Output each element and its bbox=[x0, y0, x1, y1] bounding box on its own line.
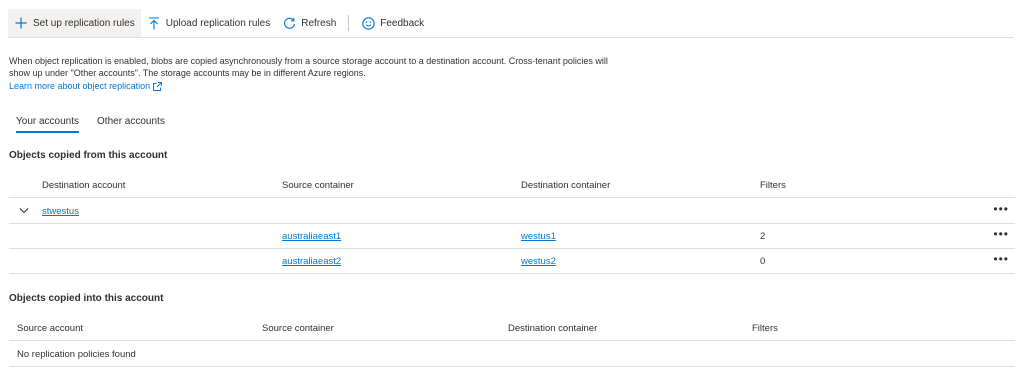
refresh-label: Refresh bbox=[301, 17, 337, 29]
learn-more-label: Learn more about object replication bbox=[9, 81, 151, 91]
refresh-icon bbox=[282, 16, 296, 30]
object-replication-description: When object replication is enabled, blob… bbox=[9, 56, 608, 78]
account-tabs: Your accounts Other accounts bbox=[9, 116, 176, 133]
column-header-source-container[interactable]: Source container bbox=[282, 180, 354, 191]
filters-count: 2 bbox=[760, 231, 766, 242]
table-row: australiaeast2 westus2 0 ••• bbox=[9, 249, 1015, 274]
tab-your-accounts[interactable]: Your accounts bbox=[9, 116, 86, 133]
column-header-destination-account[interactable]: Destination account bbox=[42, 180, 125, 191]
upload-replication-rules-button[interactable]: Upload replication rules bbox=[141, 9, 277, 37]
command-bar: Set up replication rules Upload replicat… bbox=[8, 9, 1014, 38]
column-header-destination-container[interactable]: Destination container bbox=[508, 323, 597, 334]
setup-replication-rules-label: Set up replication rules bbox=[33, 17, 135, 29]
source-container-link[interactable]: australiaeast2 bbox=[282, 256, 341, 267]
group-row: stwestus ••• bbox=[9, 199, 1015, 224]
column-header-source-container[interactable]: Source container bbox=[262, 323, 334, 334]
external-link-icon bbox=[153, 81, 163, 91]
upload-replication-rules-label: Upload replication rules bbox=[165, 17, 271, 29]
feedback-label: Feedback bbox=[380, 17, 425, 29]
toolbar-divider bbox=[348, 15, 350, 31]
upload-icon bbox=[147, 16, 161, 30]
destination-account-link[interactable]: stwestus bbox=[42, 206, 79, 217]
tab-other-accounts[interactable]: Other accounts bbox=[90, 116, 172, 133]
column-header-source-account[interactable]: Source account bbox=[17, 323, 83, 334]
column-header-destination-container[interactable]: Destination container bbox=[521, 180, 610, 191]
column-header-filters[interactable]: Filters bbox=[760, 180, 786, 191]
feedback-button[interactable]: Feedback bbox=[355, 9, 430, 37]
more-actions-button[interactable]: ••• bbox=[993, 252, 1009, 266]
copied-into-title: Objects copied into this account bbox=[9, 293, 164, 304]
copied-into-table-header: Source account Source container Destinat… bbox=[9, 315, 1015, 341]
setup-replication-rules-button[interactable]: Set up replication rules bbox=[8, 9, 141, 37]
filters-count: 0 bbox=[760, 256, 766, 267]
empty-row: No replication policies found bbox=[9, 342, 1015, 367]
copied-from-title: Objects copied from this account bbox=[9, 150, 168, 161]
more-actions-button[interactable]: ••• bbox=[993, 202, 1009, 216]
copied-from-table-header: Destination account Source container Des… bbox=[9, 172, 1015, 198]
smiley-icon bbox=[361, 16, 375, 30]
refresh-button[interactable]: Refresh bbox=[276, 9, 342, 37]
column-header-filters[interactable]: Filters bbox=[752, 323, 778, 334]
plus-icon bbox=[14, 16, 28, 30]
learn-more-link[interactable]: Learn more about object replication bbox=[9, 81, 163, 91]
source-container-link[interactable]: australiaeast1 bbox=[282, 231, 341, 242]
more-actions-button[interactable]: ••• bbox=[993, 227, 1009, 241]
destination-container-link[interactable]: westus1 bbox=[521, 231, 556, 242]
table-row: australiaeast1 westus1 2 ••• bbox=[9, 224, 1015, 249]
destination-container-link[interactable]: westus2 bbox=[521, 256, 556, 267]
chevron-down-icon[interactable] bbox=[19, 207, 29, 215]
empty-state-message: No replication policies found bbox=[17, 349, 136, 360]
